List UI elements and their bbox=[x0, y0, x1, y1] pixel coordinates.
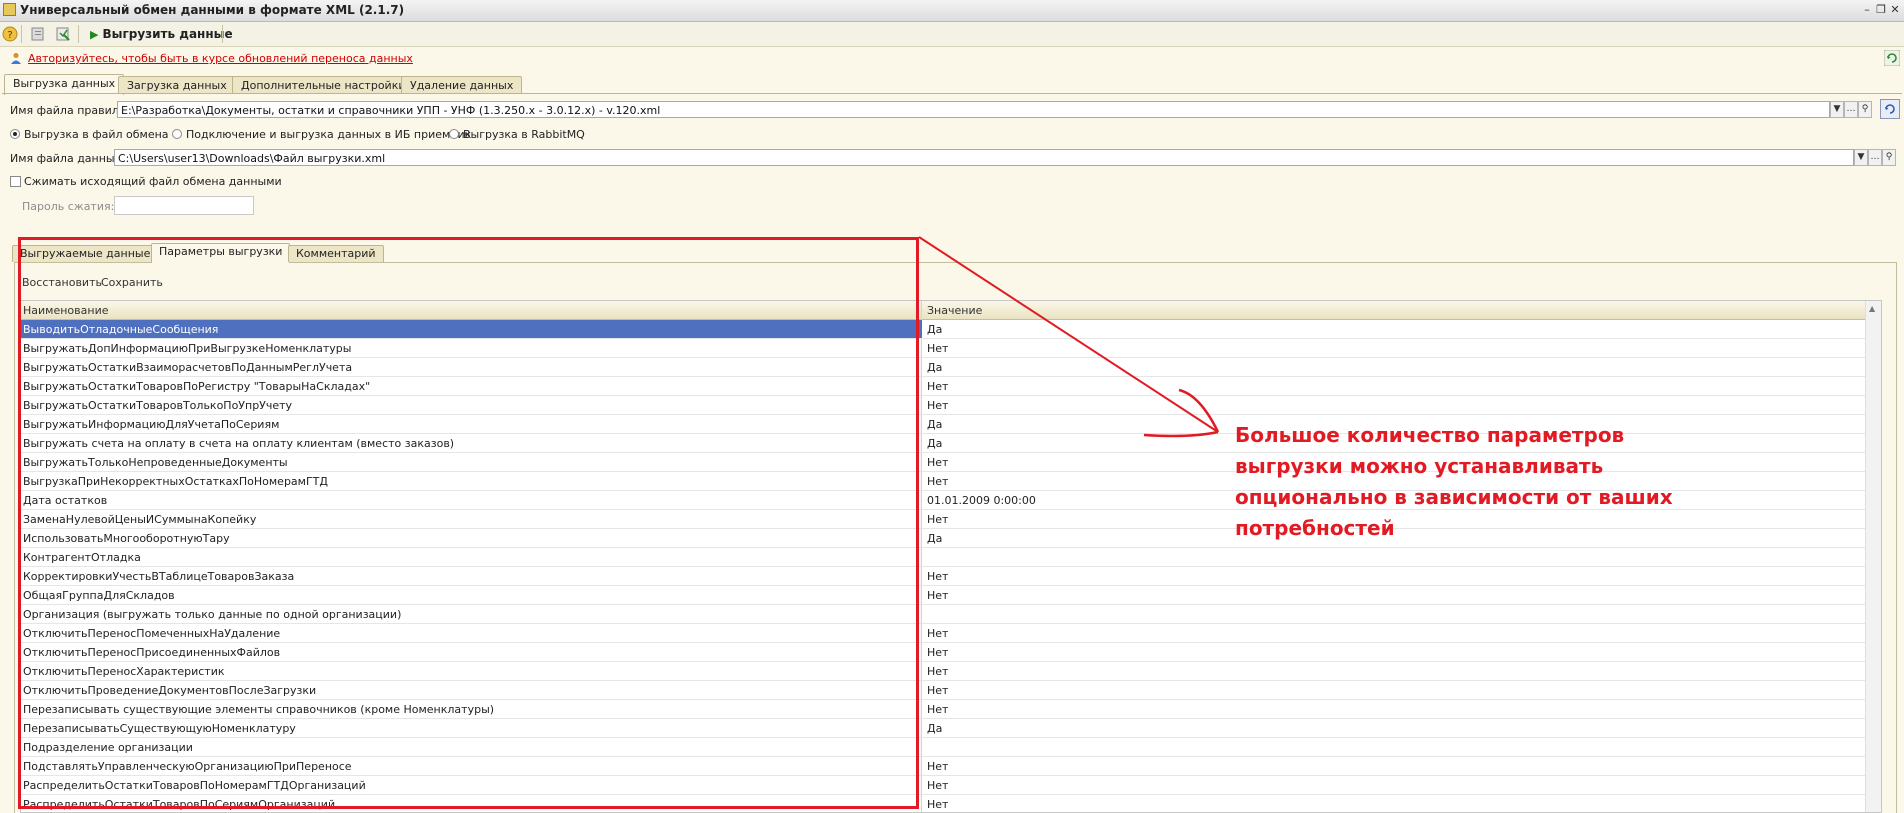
help-icon[interactable]: ? bbox=[2, 26, 18, 42]
highlight-frame bbox=[18, 237, 919, 809]
close-icon[interactable]: ✕ bbox=[1888, 3, 1902, 17]
toolbar-separator bbox=[21, 25, 22, 43]
parameter-value[interactable]: Нет bbox=[927, 684, 948, 697]
restore-icon[interactable]: ❐ bbox=[1874, 3, 1888, 17]
data-file-browse-icon[interactable]: … bbox=[1868, 149, 1882, 166]
play-icon: ▶ bbox=[90, 28, 99, 41]
reload-rules-icon[interactable] bbox=[1880, 99, 1900, 119]
tab-import[interactable]: Загрузка данных bbox=[118, 76, 236, 94]
annotation-line: выгрузки можно устанавливать bbox=[1235, 454, 1604, 478]
parameter-value[interactable]: Нет bbox=[927, 380, 948, 393]
minimize-icon[interactable]: – bbox=[1860, 3, 1874, 17]
parameter-value[interactable]: Нет bbox=[927, 570, 948, 583]
user-icon bbox=[10, 52, 22, 64]
window-title: Универсальный обмен данными в формате XM… bbox=[20, 3, 405, 17]
parameter-value[interactable]: Нет bbox=[927, 798, 948, 811]
scroll-up-icon[interactable]: ▲ bbox=[1869, 304, 1875, 313]
app-icon bbox=[3, 3, 16, 16]
title-bar: Универсальный обмен данными в формате XM… bbox=[0, 0, 1904, 22]
rules-file-browse-icon[interactable]: … bbox=[1844, 101, 1858, 118]
parameter-value[interactable]: Да bbox=[927, 532, 942, 545]
annotation-line: потребностей bbox=[1235, 516, 1395, 540]
vertical-scrollbar[interactable]: ▲ bbox=[1865, 301, 1881, 812]
parameter-value[interactable]: Нет bbox=[927, 342, 948, 355]
tab-additional-settings[interactable]: Дополнительные настройки bbox=[232, 76, 415, 94]
compress-checkbox[interactable] bbox=[10, 176, 21, 187]
data-file-label: Имя файла данных: bbox=[10, 152, 125, 165]
parameter-value[interactable]: Нет bbox=[927, 399, 948, 412]
parameter-value[interactable]: Нет bbox=[927, 627, 948, 640]
parameter-value[interactable]: Да bbox=[927, 361, 942, 374]
export-data-label: Выгрузить данные bbox=[102, 27, 233, 41]
annotation-line: опционально в зависимости от ваших bbox=[1235, 485, 1673, 509]
tab-delete-data[interactable]: Удаление данных bbox=[401, 76, 523, 94]
password-label: Пароль сжатия: bbox=[22, 200, 115, 213]
data-file-field[interactable]: C:\Users\user13\Downloads\Файл выгрузки.… bbox=[114, 149, 1854, 166]
tab-divider bbox=[2, 93, 1902, 94]
parameter-value[interactable]: Нет bbox=[927, 665, 948, 678]
parameter-value[interactable]: Нет bbox=[927, 703, 948, 716]
svg-text:?: ? bbox=[7, 30, 12, 41]
parameter-value[interactable]: Нет bbox=[927, 646, 948, 659]
radio-export-to-file[interactable] bbox=[10, 129, 20, 139]
password-field[interactable] bbox=[114, 196, 254, 215]
parameter-value[interactable]: Нет bbox=[927, 456, 948, 469]
radio-export-rabbitmq-label[interactable]: Выгрузка в RabbitMQ bbox=[463, 128, 585, 141]
auth-link[interactable]: Авторизуйтесь, чтобы быть в курсе обновл… bbox=[28, 52, 413, 65]
parameter-value[interactable]: Нет bbox=[927, 475, 948, 488]
annotation-arrow bbox=[918, 236, 1220, 438]
data-file-search-icon[interactable]: ⚲ bbox=[1882, 149, 1896, 166]
radio-connect-export[interactable] bbox=[172, 129, 182, 139]
toolbar-separator bbox=[222, 25, 223, 43]
annotation-text: Большое количество параметров выгрузки м… bbox=[1235, 420, 1675, 544]
open-settings-icon[interactable] bbox=[30, 26, 46, 42]
parameter-value[interactable]: Да bbox=[927, 722, 942, 735]
rules-file-dropdown-icon[interactable]: ▼ bbox=[1830, 101, 1844, 118]
rules-file-field[interactable]: E:\Разработка\Документы, остатки и справ… bbox=[117, 101, 1830, 118]
radio-connect-export-label[interactable]: Подключение и выгрузка данных в ИБ прием… bbox=[186, 128, 471, 141]
parameter-value[interactable]: Нет bbox=[927, 760, 948, 773]
compress-label[interactable]: Сжимать исходящий файл обмена данными bbox=[24, 175, 282, 188]
export-data-button[interactable]: ▶ Выгрузить данные bbox=[84, 25, 239, 43]
parameter-value[interactable]: Да bbox=[927, 323, 942, 336]
toolbar-separator bbox=[78, 25, 79, 43]
parameter-value[interactable]: Да bbox=[927, 418, 942, 431]
refresh-icon[interactable] bbox=[1883, 49, 1901, 67]
parameter-value[interactable]: Нет bbox=[927, 589, 948, 602]
parameter-value[interactable]: 01.01.2009 0:00:00 bbox=[927, 494, 1036, 507]
toolbar: ? ▶ Выгрузить данные bbox=[0, 22, 1904, 47]
data-file-dropdown-icon[interactable]: ▼ bbox=[1854, 149, 1868, 166]
parameter-value[interactable]: Нет bbox=[927, 779, 948, 792]
save-settings-icon[interactable] bbox=[55, 26, 71, 42]
rules-file-label: Имя файла правил: bbox=[10, 104, 123, 117]
parameter-value[interactable]: Нет bbox=[927, 513, 948, 526]
annotation-line: Большое количество параметров bbox=[1235, 423, 1625, 447]
parameter-value[interactable]: Да bbox=[927, 437, 942, 450]
tab-export[interactable]: Выгрузка данных bbox=[4, 74, 125, 95]
rules-file-search-icon[interactable]: ⚲ bbox=[1858, 101, 1872, 118]
radio-export-to-file-label[interactable]: Выгрузка в файл обмена bbox=[24, 128, 169, 141]
radio-export-rabbitmq[interactable] bbox=[449, 129, 459, 139]
